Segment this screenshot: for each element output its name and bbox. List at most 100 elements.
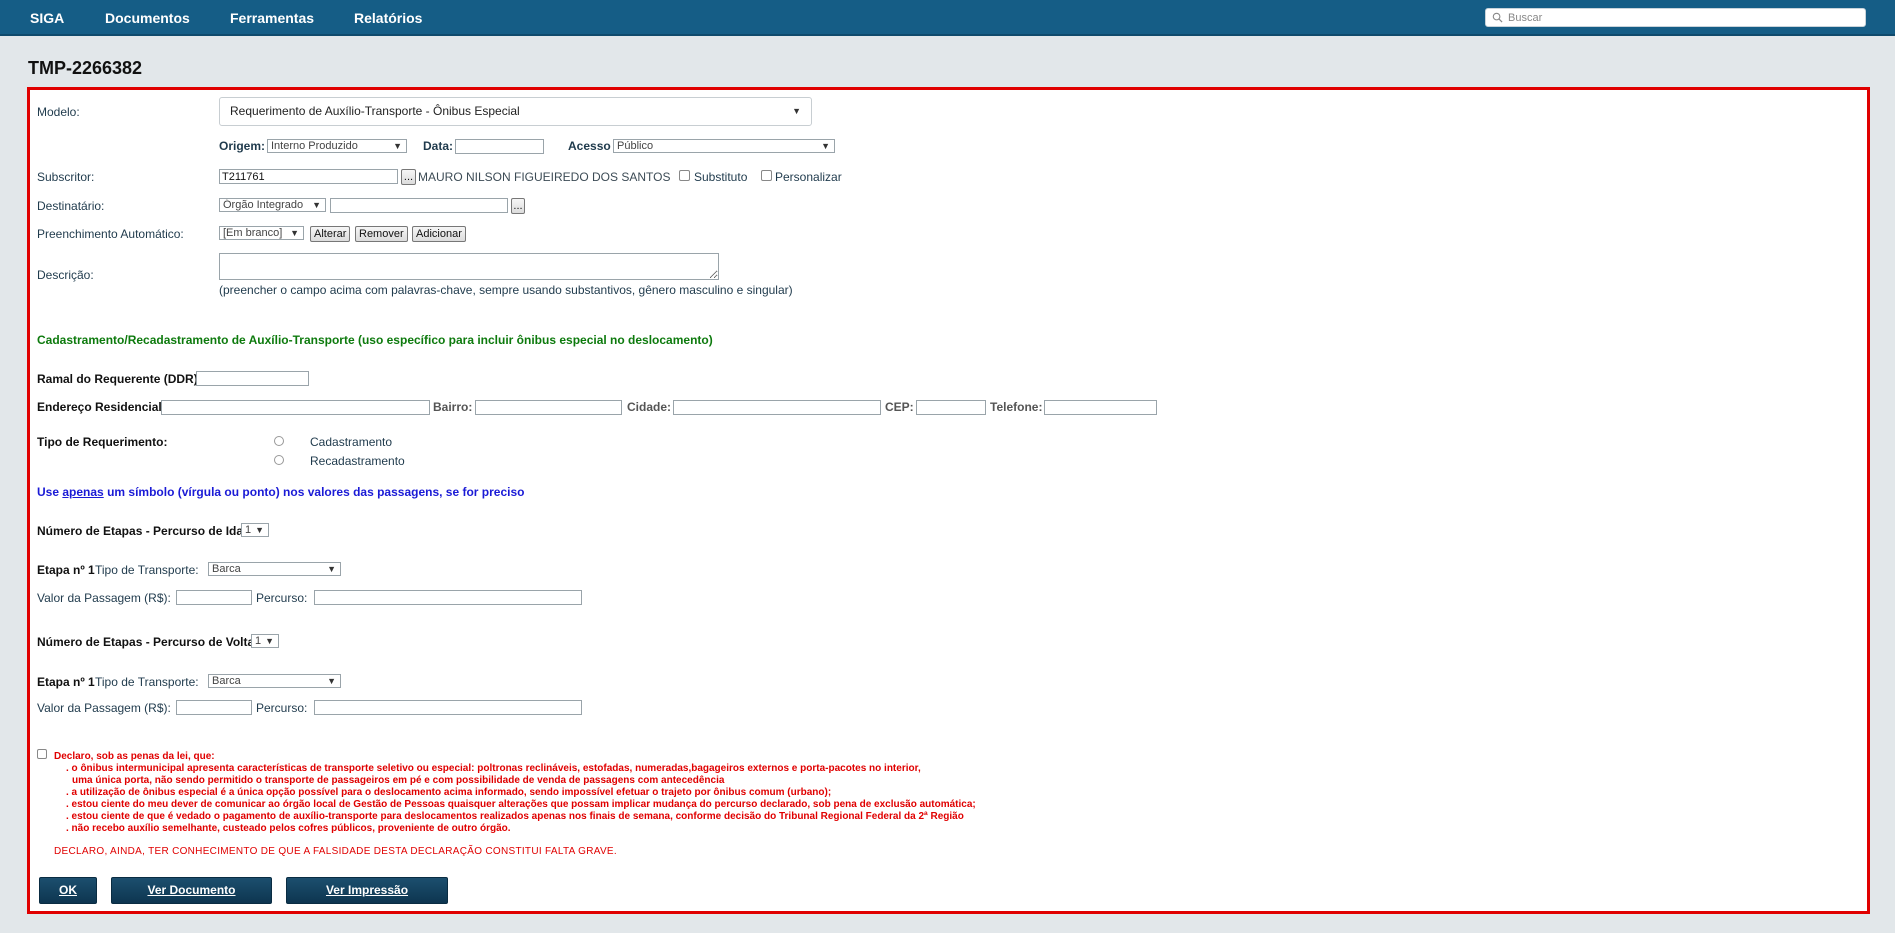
preenchimento-select[interactable]: [Em branco] ▼ [219, 226, 304, 240]
origem-select[interactable]: Interno Produzido ▼ [267, 139, 407, 153]
volta-tipo-transporte-select[interactable]: Barca ▼ [208, 674, 341, 688]
destinatario-select[interactable]: Órgão Integrado ▼ [219, 198, 326, 212]
cidade-input[interactable] [673, 400, 881, 415]
volta-valor-label: Valor da Passagem (R$): [37, 701, 171, 715]
nav-siga[interactable]: SIGA [30, 0, 64, 36]
ida-etapas-value: 1 [245, 524, 252, 536]
nav-relatorios[interactable]: Relatórios [354, 0, 422, 36]
chevron-down-icon: ▼ [255, 525, 264, 535]
search-input[interactable] [1508, 10, 1858, 25]
search-icon [1492, 12, 1503, 23]
ok-button[interactable]: OK [39, 877, 97, 904]
chevron-down-icon: ▼ [393, 141, 402, 151]
destinatario-value: Órgão Integrado [223, 199, 304, 211]
bairro-input[interactable] [475, 400, 622, 415]
preenchimento-label: Preenchimento Automático: [37, 227, 184, 241]
cep-input[interactable] [916, 400, 986, 415]
adicionar-button[interactable]: Adicionar [412, 226, 466, 242]
ida-valor-input[interactable] [176, 590, 252, 605]
acesso-label: Acesso [568, 139, 611, 153]
declaracao-line: . a utilização de ônibus especial é a ún… [66, 787, 832, 798]
cidade-label: Cidade: [627, 400, 672, 414]
modelo-select[interactable]: Requerimento de Auxílio-Transporte - Ôni… [219, 97, 812, 126]
ida-etapas-select[interactable]: 1 ▼ [241, 523, 269, 537]
cadastramento-radio[interactable] [274, 436, 284, 446]
preenchimento-value: [Em branco] [223, 227, 283, 239]
data-label: Data: [423, 139, 454, 153]
modelo-value: Requerimento de Auxílio-Transporte - Ôni… [230, 104, 520, 118]
recadastramento-radio[interactable] [274, 455, 284, 465]
ida-tipo-transporte-label: Tipo de Transporte: [95, 563, 199, 577]
declaracao-final: DECLARO, AINDA, TER CONHECIMENTO DE QUE … [54, 846, 617, 857]
personalizar-checkbox[interactable] [761, 170, 772, 181]
chevron-down-icon: ▼ [327, 676, 336, 686]
volta-percurso-label: Percurso: [256, 701, 308, 715]
chevron-down-icon: ▼ [327, 564, 336, 574]
ida-tipo-transporte-value: Barca [212, 563, 241, 575]
telefone-label: Telefone: [990, 400, 1043, 414]
volta-etapa-label: Etapa nº 1 [37, 675, 95, 689]
passagem-hint: Use apenas um símbolo (vírgula ou ponto)… [37, 485, 525, 499]
ida-tipo-transporte-select[interactable]: Barca ▼ [208, 562, 341, 576]
ramal-input[interactable] [196, 371, 309, 386]
declaracao-line: uma única porta, não sendo permitido o t… [72, 775, 725, 786]
ver-impressao-button[interactable]: Ver Impressão [286, 877, 448, 904]
declaracao-checkbox[interactable] [37, 749, 47, 759]
volta-tipo-transporte-value: Barca [212, 675, 241, 687]
chevron-down-icon: ▼ [265, 636, 274, 646]
volta-tipo-transporte-label: Tipo de Transporte: [95, 675, 199, 689]
endereco-input[interactable] [161, 400, 430, 415]
acesso-select[interactable]: Público ▼ [613, 139, 835, 153]
declaracao-heading: Declaro, sob as penas da lei, que: [54, 751, 215, 762]
endereco-label: Endereço Residencial [37, 400, 162, 414]
declaracao-line: . estou ciente de que é vedado o pagamen… [66, 811, 964, 822]
telefone-input[interactable] [1044, 400, 1157, 415]
personalizar-label: Personalizar [775, 170, 842, 184]
volta-percurso-input[interactable] [314, 700, 582, 715]
page-title: TMP-2266382 [28, 58, 143, 78]
hint-use: Use [37, 485, 60, 499]
chevron-down-icon: ▼ [792, 106, 801, 116]
top-navbar: SIGA Documentos Ferramentas Relatórios [0, 0, 1895, 36]
cep-label: CEP: [885, 400, 914, 414]
ida-etapa-label: Etapa nº 1 [37, 563, 95, 577]
modelo-label: Modelo: [37, 105, 80, 119]
descricao-textarea[interactable] [219, 253, 719, 280]
subscritor-lookup-button[interactable]: ... [401, 169, 416, 185]
volta-etapas-value: 1 [255, 635, 262, 647]
declaracao-line: . o ônibus intermunicipal apresenta cara… [66, 763, 921, 774]
alterar-button[interactable]: Alterar [310, 226, 351, 242]
bairro-label: Bairro: [433, 400, 473, 414]
hint-apenas: apenas [62, 485, 104, 499]
tipo-requerimento-label: Tipo de Requerimento: [37, 435, 168, 449]
substituto-checkbox[interactable] [679, 170, 690, 181]
subscritor-input[interactable] [219, 169, 398, 184]
declaracao-line: . estou ciente do meu dever de comunicar… [66, 799, 976, 810]
chevron-down-icon: ▼ [290, 228, 299, 238]
destinatario-lookup-button[interactable]: ... [511, 198, 525, 214]
ida-valor-label: Valor da Passagem (R$): [37, 591, 171, 605]
origem-value: Interno Produzido [271, 140, 358, 152]
recadastramento-label: Recadastramento [310, 454, 405, 468]
acesso-value: Público [617, 140, 654, 152]
descricao-label: Descrição: [37, 268, 94, 282]
section-title: Cadastramento/Recadastramento de Auxílio… [37, 333, 713, 347]
nav-ferramentas[interactable]: Ferramentas [230, 0, 314, 36]
cadastramento-label: Cadastramento [310, 435, 393, 449]
volta-etapas-select[interactable]: 1 ▼ [251, 634, 279, 648]
volta-valor-input[interactable] [176, 700, 252, 715]
data-input[interactable] [455, 139, 544, 154]
chevron-down-icon: ▼ [312, 200, 321, 210]
remover-button[interactable]: Remover [355, 226, 408, 242]
ramal-label: Ramal do Requerente (DDR) [37, 372, 198, 386]
ida-percurso-input[interactable] [314, 590, 582, 605]
search-box [1485, 8, 1866, 27]
subscritor-name: MAURO NILSON FIGUEIREDO DOS SANTOS [418, 170, 671, 184]
chevron-down-icon: ▼ [821, 141, 830, 151]
ida-percurso-label: Percurso: [256, 591, 308, 605]
ver-documento-button[interactable]: Ver Documento [111, 877, 272, 904]
destinatario-input[interactable] [330, 198, 508, 213]
nav-documentos[interactable]: Documentos [105, 0, 190, 36]
origem-label: Origem: [219, 139, 266, 153]
ida-etapas-label: Número de Etapas - Percurso de Ida [37, 524, 244, 538]
